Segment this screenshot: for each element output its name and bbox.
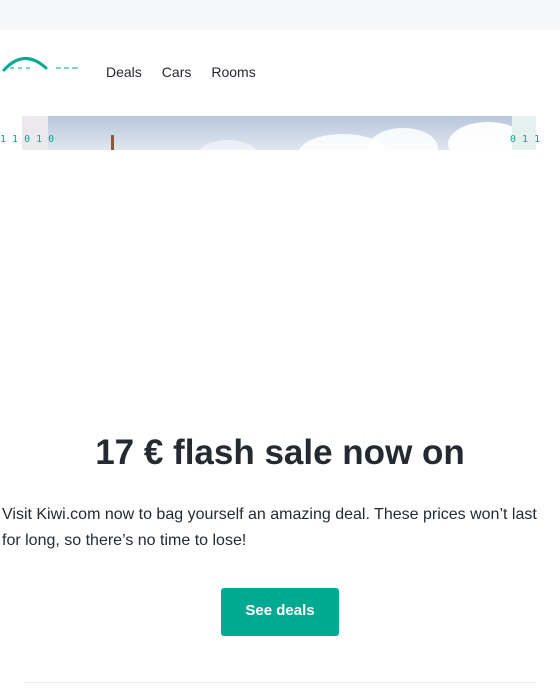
see-deals-button[interactable]: See deals bbox=[221, 588, 339, 636]
nav-deals-link[interactable]: Deals bbox=[106, 64, 142, 80]
email-header: Deals Cars Rooms bbox=[0, 30, 560, 116]
kiwi-logo[interactable] bbox=[2, 50, 84, 80]
main-nav: Deals Cars Rooms bbox=[106, 64, 276, 80]
hero-banner: 1 1 0 1 0 0 1 1 bbox=[0, 116, 560, 150]
tower-spire bbox=[111, 135, 114, 150]
promo-body-text: Visit Kiwi.com now to bag yourself an am… bbox=[2, 506, 537, 549]
flash-sale-headline: 17 € flash sale now on bbox=[95, 433, 465, 472]
ticker-left: 1 1 0 1 0 bbox=[0, 134, 55, 145]
kiwi-logo-icon bbox=[2, 57, 78, 72]
nav-cars-link[interactable]: Cars bbox=[162, 64, 192, 80]
ticker-right: 0 1 1 bbox=[510, 134, 541, 145]
preheader-bar bbox=[0, 0, 560, 30]
hero-image bbox=[48, 116, 512, 150]
footer-divider bbox=[24, 682, 536, 683]
nav-rooms-link[interactable]: Rooms bbox=[211, 64, 255, 80]
